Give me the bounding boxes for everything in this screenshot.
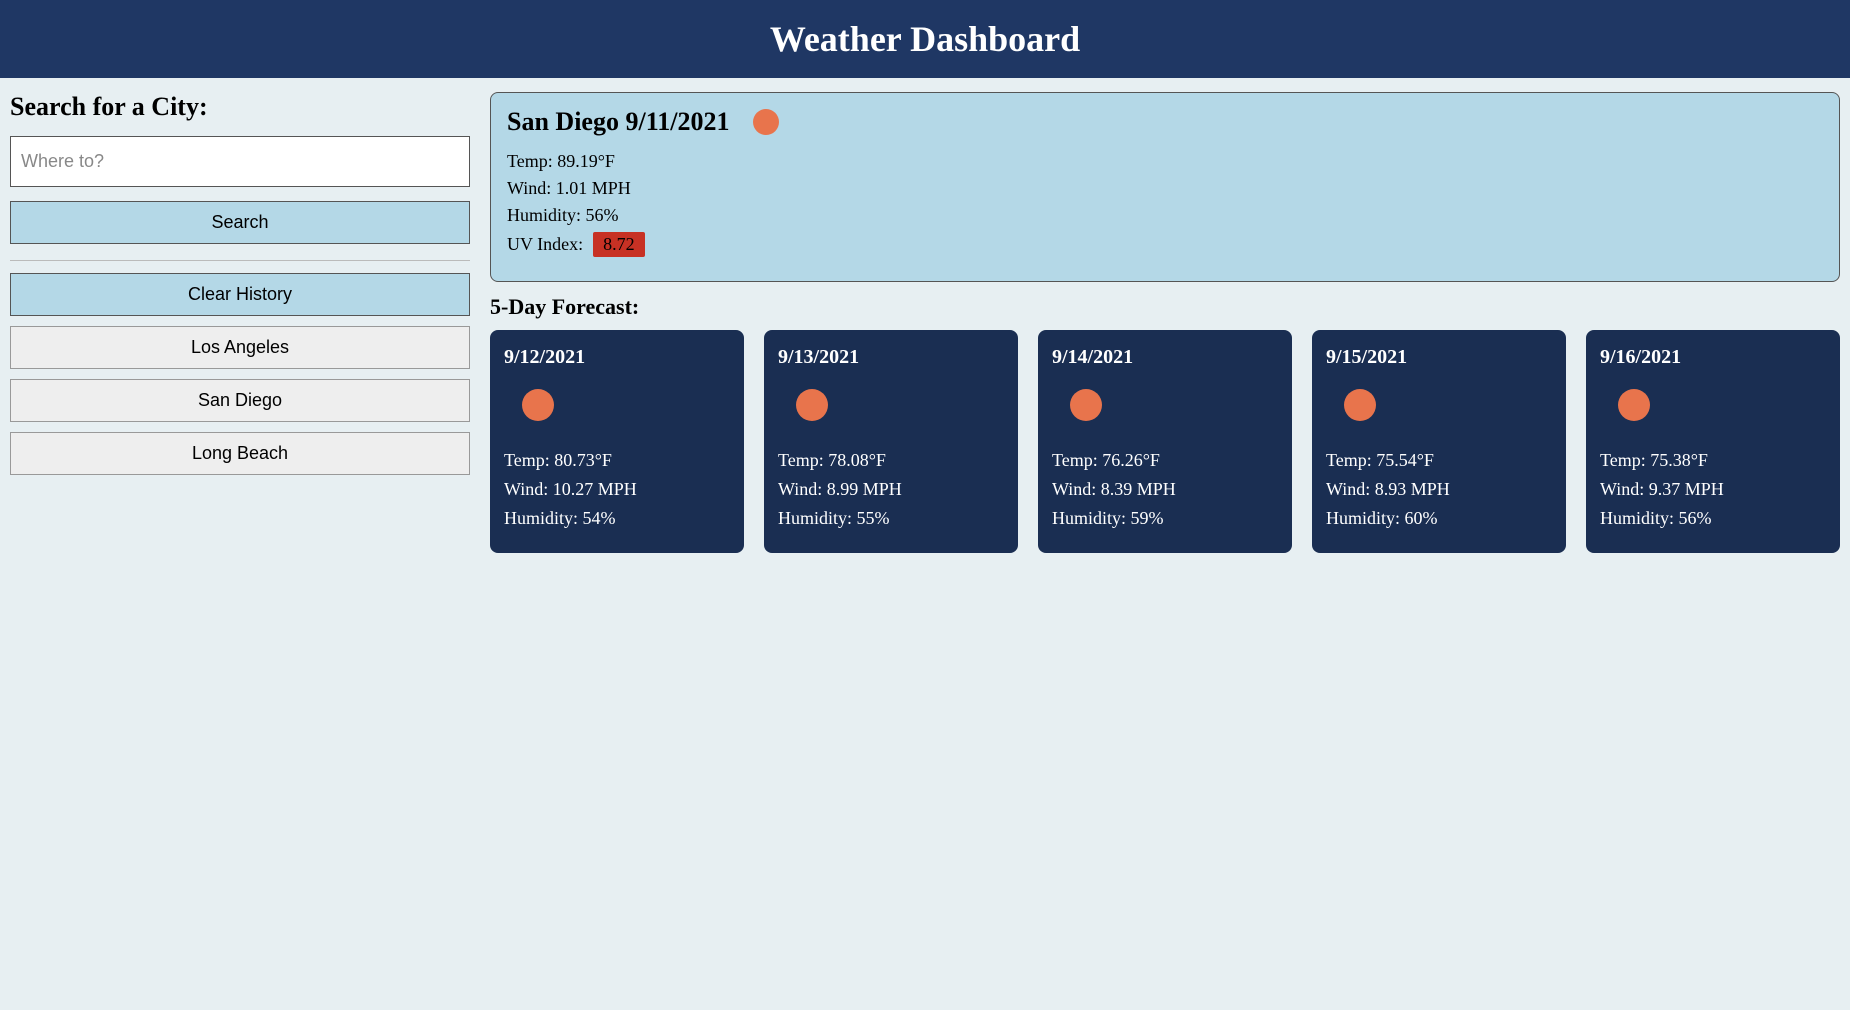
sun-icon — [1070, 389, 1102, 421]
current-wind: Wind: 1.01 MPH — [507, 178, 1823, 199]
forecast-card: 9/14/2021 Temp: 76.26°F Wind: 8.39 MPH H… — [1038, 330, 1292, 553]
temp-label: Temp: — [507, 151, 557, 171]
current-humidity: Humidity: 56% — [507, 205, 1823, 226]
sun-icon — [1618, 389, 1650, 421]
forecast-wind: Wind: 10.27 MPH — [504, 479, 730, 500]
forecast-card: 9/13/2021 Temp: 78.08°F Wind: 8.99 MPH H… — [764, 330, 1018, 553]
forecast-wind: Wind: 8.99 MPH — [778, 479, 1004, 500]
forecast-date: 9/12/2021 — [504, 346, 730, 369]
forecast-icon-wrap — [1618, 389, 1826, 426]
history-item[interactable]: Los Angeles — [10, 326, 470, 369]
wind-label: Wind: — [507, 178, 556, 198]
forecast-date: 9/16/2021 — [1600, 346, 1826, 369]
forecast-temp: Temp: 80.73°F — [504, 450, 730, 471]
main-container: Search for a City: Search Clear History … — [0, 78, 1850, 563]
forecast-date: 9/13/2021 — [778, 346, 1004, 369]
forecast-temp: Temp: 75.54°F — [1326, 450, 1552, 471]
app-title: Weather Dashboard — [0, 18, 1850, 60]
humidity-value: 56% — [586, 205, 619, 225]
forecast-temp: Temp: 78.08°F — [778, 450, 1004, 471]
forecast-card: 9/16/2021 Temp: 75.38°F Wind: 9.37 MPH H… — [1586, 330, 1840, 553]
sun-icon — [796, 389, 828, 421]
forecast-date: 9/15/2021 — [1326, 346, 1552, 369]
forecast-row: 9/12/2021 Temp: 80.73°F Wind: 10.27 MPH … — [490, 330, 1840, 553]
forecast-humidity: Humidity: 59% — [1052, 508, 1278, 529]
sidebar: Search for a City: Search Clear History … — [10, 92, 470, 553]
current-title-row: San Diego 9/11/2021 — [507, 107, 1823, 137]
main-content: San Diego 9/11/2021 Temp: 89.19°F Wind: … — [490, 92, 1840, 553]
forecast-humidity: Humidity: 55% — [778, 508, 1004, 529]
search-title: Search for a City: — [10, 92, 470, 122]
forecast-humidity: Humidity: 54% — [504, 508, 730, 529]
sun-icon — [1344, 389, 1376, 421]
forecast-humidity: Humidity: 60% — [1326, 508, 1552, 529]
current-temp: Temp: 89.19°F — [507, 151, 1823, 172]
current-date: 9/11/2021 — [625, 107, 729, 136]
forecast-wind: Wind: 8.93 MPH — [1326, 479, 1552, 500]
search-button[interactable]: Search — [10, 201, 470, 244]
forecast-temp: Temp: 75.38°F — [1600, 450, 1826, 471]
wind-value: 1.01 MPH — [556, 178, 631, 198]
forecast-date: 9/14/2021 — [1052, 346, 1278, 369]
forecast-humidity: Humidity: 56% — [1600, 508, 1826, 529]
temp-value: 89.19°F — [557, 151, 615, 171]
uv-label: UV Index: — [507, 234, 583, 255]
forecast-icon-wrap — [1344, 389, 1552, 426]
sun-icon — [522, 389, 554, 421]
forecast-temp: Temp: 76.26°F — [1052, 450, 1278, 471]
history-item[interactable]: Long Beach — [10, 432, 470, 475]
forecast-title: 5-Day Forecast: — [490, 294, 1840, 320]
city-search-input[interactable] — [10, 136, 470, 187]
app-header: Weather Dashboard — [0, 0, 1850, 78]
forecast-icon-wrap — [1070, 389, 1278, 426]
forecast-card: 9/12/2021 Temp: 80.73°F Wind: 10.27 MPH … — [490, 330, 744, 553]
forecast-icon-wrap — [522, 389, 730, 426]
forecast-icon-wrap — [796, 389, 1004, 426]
history-item[interactable]: San Diego — [10, 379, 470, 422]
current-city: San Diego — [507, 107, 619, 136]
current-weather-card: San Diego 9/11/2021 Temp: 89.19°F Wind: … — [490, 92, 1840, 282]
divider — [10, 260, 470, 261]
sun-icon — [753, 109, 779, 135]
clear-history-button[interactable]: Clear History — [10, 273, 470, 316]
forecast-card: 9/15/2021 Temp: 75.54°F Wind: 8.93 MPH H… — [1312, 330, 1566, 553]
current-uv: UV Index: 8.72 — [507, 232, 1823, 257]
forecast-wind: Wind: 8.39 MPH — [1052, 479, 1278, 500]
forecast-wind: Wind: 9.37 MPH — [1600, 479, 1826, 500]
current-city-date: San Diego 9/11/2021 — [507, 107, 729, 137]
uv-badge: 8.72 — [593, 232, 645, 257]
current-stats: Temp: 89.19°F Wind: 1.01 MPH Humidity: 5… — [507, 151, 1823, 257]
humidity-label: Humidity: — [507, 205, 586, 225]
